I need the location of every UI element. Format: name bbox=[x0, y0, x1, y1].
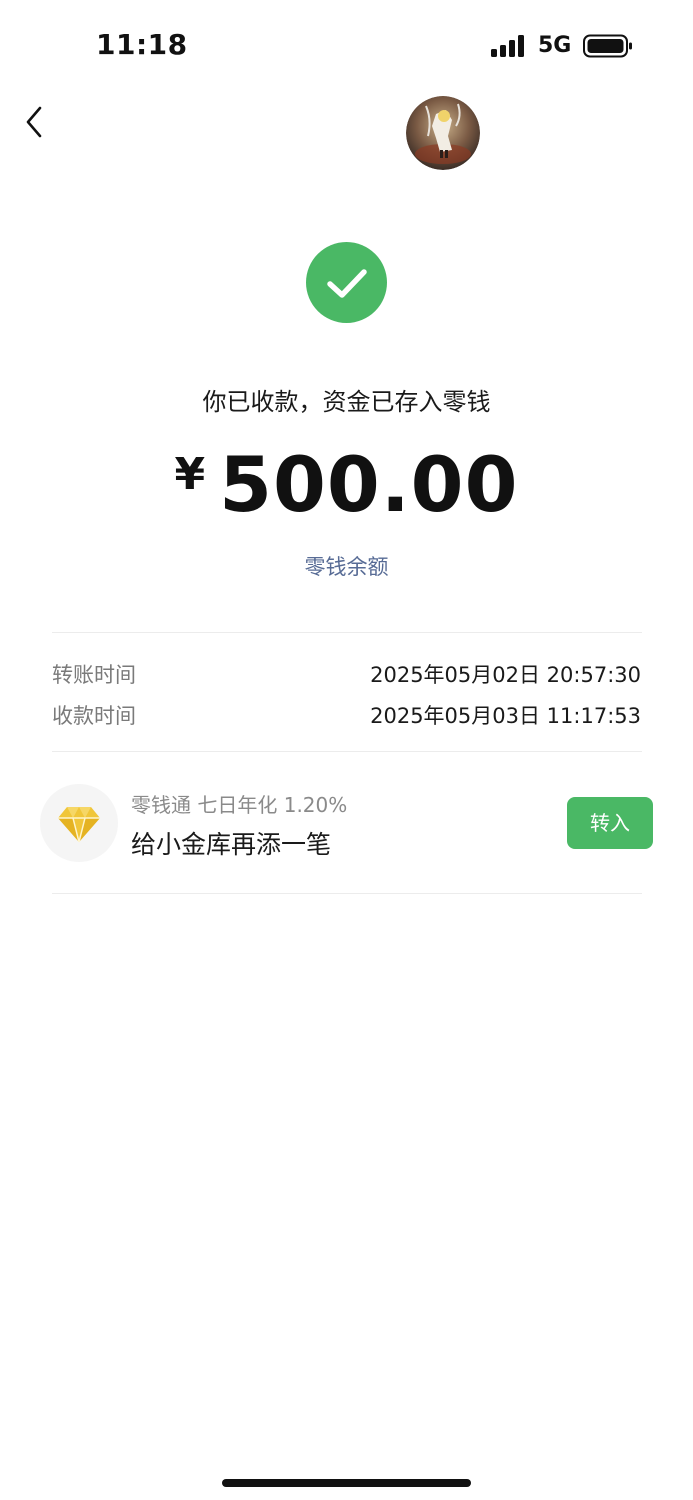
status-time: 11:18 bbox=[96, 28, 188, 61]
divider bbox=[52, 751, 642, 752]
signal-icon bbox=[491, 35, 529, 57]
back-button[interactable] bbox=[20, 102, 56, 142]
promo-title: 给小金库再添一笔 bbox=[131, 830, 332, 859]
receive-time-label: 收款时间 bbox=[52, 704, 136, 728]
currency-symbol: ¥ bbox=[174, 449, 206, 500]
battery-icon bbox=[583, 34, 633, 58]
back-icon bbox=[26, 106, 42, 138]
divider bbox=[52, 893, 642, 894]
transfer-in-button[interactable]: 转入 bbox=[567, 797, 653, 849]
amount-display: ¥500.00 bbox=[0, 440, 693, 529]
receive-time-value: 2025年05月03日 11:17:53 bbox=[370, 704, 641, 728]
home-indicator[interactable] bbox=[222, 1479, 471, 1487]
diamond-icon bbox=[40, 784, 118, 862]
balance-link[interactable]: 零钱余额 bbox=[0, 551, 693, 581]
amount-value: 500.00 bbox=[219, 440, 519, 529]
divider bbox=[52, 632, 642, 633]
transfer-time-value: 2025年05月02日 20:57:30 bbox=[370, 663, 641, 687]
check-icon bbox=[306, 242, 387, 323]
received-message: 你已收款，资金已存入零钱 bbox=[202, 388, 491, 416]
transfer-time-label: 转账时间 bbox=[52, 663, 136, 687]
avatar[interactable] bbox=[406, 96, 480, 170]
network-type: 5G bbox=[538, 33, 572, 58]
promo-subtitle: 零钱通 七日年化 1.20% bbox=[131, 793, 348, 817]
